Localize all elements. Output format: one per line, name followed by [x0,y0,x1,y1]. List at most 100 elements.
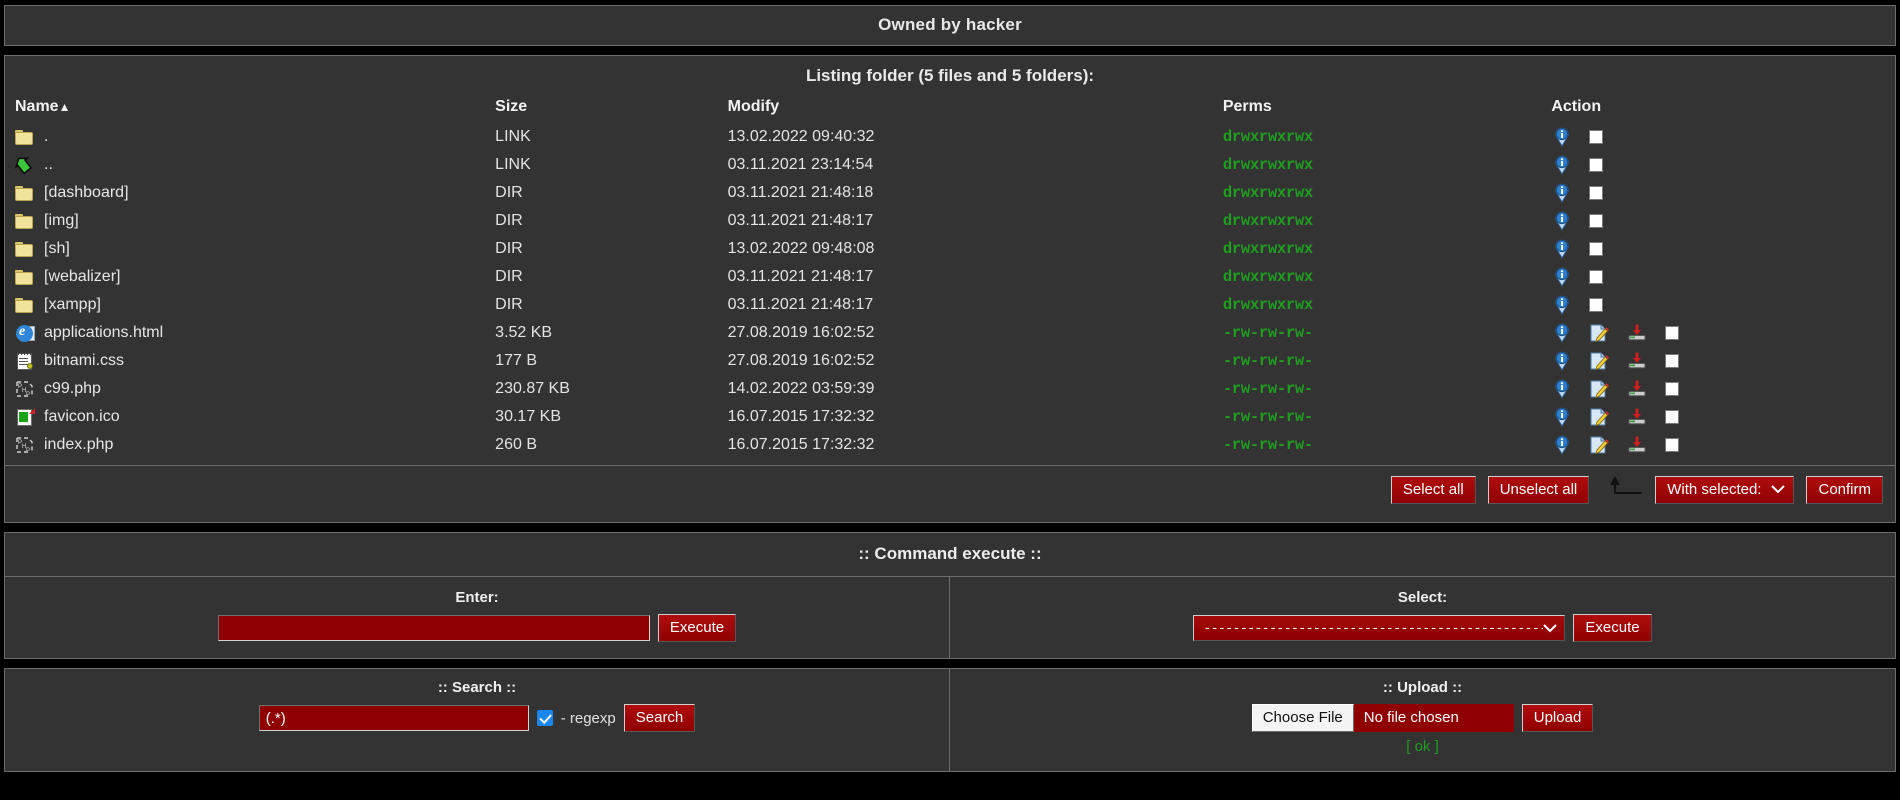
perms-value[interactable]: drwxrwxrwx [1223,184,1313,202]
row-select-checkbox[interactable] [1589,130,1604,144]
with-selected-select[interactable]: With selected: [1655,476,1795,504]
perms-value[interactable]: -rw-rw-rw- [1223,324,1313,342]
edit-icon[interactable] [1589,380,1610,399]
file-name-link[interactable]: . [44,128,48,146]
upload-button[interactable]: Upload [1521,704,1594,732]
perms-value[interactable]: drwxrwxrwx [1223,268,1313,286]
perms-value[interactable]: -rw-rw-rw- [1223,408,1313,426]
command-execute-title: :: Command execute :: [858,544,1042,563]
perms-value[interactable]: -rw-rw-rw- [1223,380,1313,398]
edit-icon[interactable] [1589,352,1610,371]
perms-value[interactable]: -rw-rw-rw- [1223,352,1313,370]
perms-value[interactable]: drwxrwxrwx [1223,296,1313,314]
row-select-checkbox[interactable] [1665,438,1680,452]
info-icon[interactable] [1553,407,1571,427]
cell-action [1551,179,1895,207]
row-select-checkbox[interactable] [1589,214,1604,228]
edit-icon[interactable] [1589,436,1610,455]
col-header-perms[interactable]: Perms [1223,98,1551,123]
file-name-link[interactable]: [img] [44,212,79,230]
file-name-link[interactable]: index.php [44,436,113,454]
file-name-link[interactable]: [dashboard] [44,184,129,202]
info-icon[interactable] [1553,295,1571,315]
file-name-link[interactable]: [xampp] [44,296,101,314]
file-name-link[interactable]: [webalizer] [44,268,120,286]
download-icon[interactable] [1627,436,1647,454]
edit-icon[interactable] [1589,408,1610,427]
col-header-modify[interactable]: Modify [728,98,1223,123]
download-icon[interactable] [1627,380,1647,398]
row-select-checkbox[interactable] [1589,158,1604,172]
upload-title: :: Upload :: [1382,679,1463,696]
search-input[interactable] [258,705,529,731]
file-status-text: No file chosen [1353,704,1514,732]
search-title: :: Search :: [437,679,517,696]
cell-modify: 14.02.2022 03:59:39 [727,380,875,397]
row-select-checkbox[interactable] [1665,410,1680,424]
info-icon[interactable] [1553,351,1571,371]
info-icon[interactable] [1553,127,1571,147]
row-select-checkbox[interactable] [1665,354,1680,368]
cell-perms: drwxrwxrwx [1223,263,1551,291]
cmd-search-gap [0,659,1900,668]
folder-icon [15,296,35,314]
row-select-checkbox[interactable] [1589,270,1604,284]
regexp-checkbox[interactable] [536,710,553,726]
row-select-checkbox[interactable] [1665,382,1680,396]
file-name-link[interactable]: applications.html [44,324,163,342]
select-all-button[interactable]: Select all [1390,476,1476,504]
download-icon[interactable] [1627,324,1647,342]
row-actions [1551,267,1895,287]
info-icon[interactable] [1553,267,1571,287]
perms-value[interactable]: drwxrwxrwx [1223,156,1313,174]
search-upload-panel: :: Search :: - regexp Search :: Upload :… [4,668,1896,772]
command-input[interactable] [217,615,650,641]
info-icon[interactable] [1553,239,1571,259]
info-icon[interactable] [1553,435,1571,455]
cell-size: DIR [495,268,523,285]
col-header-size[interactable]: Size [495,98,727,123]
confirm-button[interactable]: Confirm [1806,476,1883,504]
table-header-row: Name▲ Size Modify Perms Action [5,98,1895,123]
col-header-name[interactable]: Name▲ [5,98,495,123]
info-icon[interactable] [1553,155,1571,175]
select-row: ----------------------------------------… [950,614,1895,642]
execute-preset-button[interactable]: Execute [1573,614,1652,642]
unselect-all-button[interactable]: Unselect all [1487,476,1590,504]
row-select-checkbox[interactable] [1665,326,1680,340]
file-name-link[interactable]: bitnami.css [44,352,124,370]
row-actions [1551,211,1895,231]
download-icon[interactable] [1627,408,1647,426]
row-select-checkbox[interactable] [1589,242,1604,256]
execute-command-button[interactable]: Execute [657,614,737,642]
file-name-link[interactable]: favicon.ico [44,408,120,426]
command-preset-select[interactable]: ----------------------------------------… [1193,615,1566,641]
file-name-link[interactable]: c99.php [44,380,101,398]
file-name-link[interactable]: [sh] [44,240,70,258]
file-name-link[interactable]: .. [44,156,53,174]
row-select-checkbox[interactable] [1589,186,1604,200]
table-row: [dashboard] DIR 03.11.2021 21:48:18 drwxrwx… [5,179,1895,207]
perms-value[interactable]: drwxrwxrwx [1223,240,1313,258]
cell-perms: -rw-rw-rw- [1223,403,1551,431]
download-icon[interactable] [1627,352,1647,370]
choose-file-button[interactable]: Choose File [1251,704,1354,732]
cell-size: 260 B [495,436,537,453]
search-button[interactable]: Search [623,704,696,732]
perms-value[interactable]: drwxrwxrwx [1223,128,1313,146]
cell-action [1551,431,1895,459]
edit-icon[interactable] [1589,324,1610,343]
row-select-checkbox[interactable] [1589,298,1604,312]
cell-action [1551,123,1895,151]
cell-perms: drwxrwxrwx [1223,151,1551,179]
info-icon[interactable] [1553,211,1571,231]
cell-modify: 27.08.2019 16:02:52 [727,324,875,341]
table-row: P H P index.php 260 B 16.07.2015 17:32:32 -rw-… [5,431,1895,459]
ico-file-icon [15,408,35,426]
info-icon[interactable] [1553,323,1571,343]
info-icon[interactable] [1553,379,1571,399]
search-row: - regexp Search [5,704,949,732]
info-icon[interactable] [1553,183,1571,203]
perms-value[interactable]: drwxrwxrwx [1223,212,1313,230]
perms-value[interactable]: -rw-rw-rw- [1223,436,1313,454]
